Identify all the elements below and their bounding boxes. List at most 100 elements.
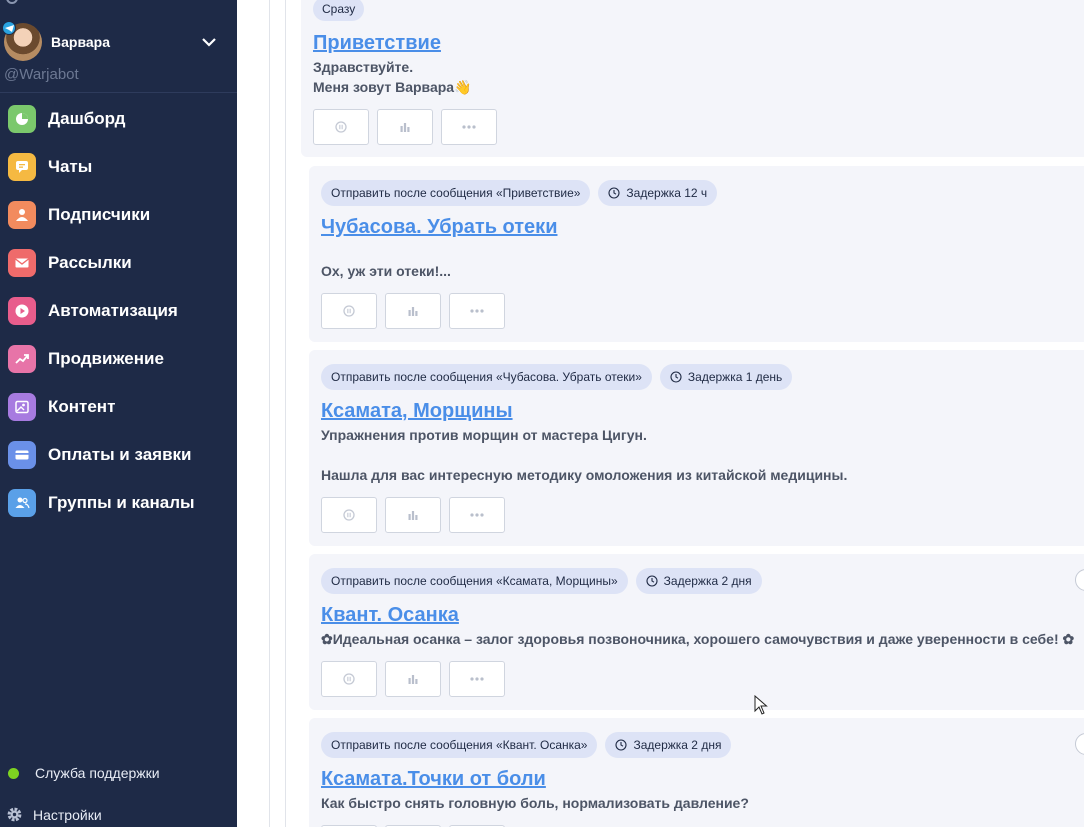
- trigger-badge: Отправить после сообщения «Чубасова. Убр…: [321, 364, 652, 390]
- more-dots-icon: [470, 677, 484, 681]
- settings-label: Настройки: [33, 806, 102, 823]
- delay-label: Задержка 1 день: [687, 370, 783, 384]
- pause-button[interactable]: [321, 293, 377, 329]
- pause-button[interactable]: [313, 109, 369, 145]
- stats-button[interactable]: [385, 497, 441, 533]
- telegram-icon: [2, 21, 16, 35]
- sidebar-item-label: Автоматизация: [48, 301, 178, 320]
- message-tags: Отправить после сообщения «Ксамата, Морщ…: [321, 568, 762, 594]
- stats-button[interactable]: [385, 293, 441, 329]
- clock-icon: [646, 575, 658, 587]
- sidebar-item-label: Чаты: [48, 157, 93, 176]
- sidebar-item-label: Оплаты и заявки: [48, 445, 192, 464]
- delay-badge: Задержка 2 дня: [605, 732, 732, 758]
- pause-icon: [343, 305, 355, 317]
- support-label: Служба поддержки: [35, 765, 160, 781]
- user-name: Варвара: [51, 34, 110, 50]
- message-actions: [321, 497, 505, 533]
- search-icon[interactable]: [6, 0, 18, 4]
- play-icon: [8, 297, 36, 325]
- mouse-cursor-icon: [754, 695, 768, 715]
- message-title[interactable]: Ксамата, Морщины: [321, 400, 513, 423]
- sidebar-item-label: Подписчики: [48, 205, 151, 224]
- more-button[interactable]: [449, 497, 505, 533]
- sidebar-divider: [0, 92, 237, 93]
- sidebar-item-label: Контент: [48, 397, 116, 416]
- message-actions: [321, 293, 505, 329]
- sidebar-item-groups[interactable]: Группы и каналы: [0, 479, 237, 527]
- gear-icon: [7, 807, 22, 822]
- trigger-badge: Отправить после сообщения «Приветствие»: [321, 180, 591, 206]
- delay-label: Задержка 2 дня: [633, 738, 722, 752]
- message-tags: Сразу: [313, 0, 365, 21]
- message-actions: [313, 109, 497, 145]
- message-text: ✿Идеальная осанка – залог здоровья позво…: [321, 631, 1075, 647]
- message-text: Меня зовут Варвара👋: [313, 79, 472, 95]
- pause-button[interactable]: [321, 497, 377, 533]
- message-title[interactable]: Ксамата.Точки от боли: [321, 768, 546, 791]
- sidebar-item-dashboard[interactable]: Дашборд: [0, 95, 237, 143]
- sidebar-item-label: Продвижение: [48, 349, 164, 368]
- trending-up-icon: [8, 345, 36, 373]
- sidebar-item-payments[interactable]: Оплаты и заявки: [0, 431, 237, 479]
- more-button[interactable]: [449, 661, 505, 697]
- support-link[interactable]: Служба поддержки: [8, 765, 160, 781]
- card-icon: [8, 441, 36, 469]
- message-text: Упражнения против морщин от мастера Цигу…: [321, 427, 647, 443]
- trigger-badge: Сразу: [313, 0, 365, 21]
- delay-badge: Задержка 2 дня: [635, 568, 762, 594]
- bar-chart-icon: [408, 307, 418, 316]
- pie-chart-icon: [8, 105, 36, 133]
- user-icon: [8, 201, 36, 229]
- delay-label: Задержка 2 дня: [663, 574, 752, 588]
- message-title[interactable]: Чубасова. Убрать отеки: [321, 216, 557, 239]
- bar-chart-icon: [400, 123, 410, 132]
- sidebar-item-label: Группы и каналы: [48, 493, 195, 512]
- clock-icon: [615, 739, 628, 751]
- more-dots-icon: [470, 309, 484, 313]
- more-dots-icon: [462, 125, 476, 129]
- message-text: Здравствуйте.: [313, 59, 414, 75]
- sidebar-item-chats[interactable]: Чаты: [0, 143, 237, 191]
- sidebar-item-label: Рассылки: [48, 253, 132, 272]
- sidebar-item-subscribers[interactable]: Подписчики: [0, 191, 237, 239]
- sidebar-item-automation[interactable]: Автоматизация: [0, 287, 237, 335]
- more-button[interactable]: [441, 109, 497, 145]
- sidebar-item-content[interactable]: Контент: [0, 383, 237, 431]
- main-content: Сразу Приветствие Здравствуйте. Меня зов…: [237, 0, 1084, 827]
- message-tags: Отправить после сообщения «Приветствие» …: [321, 180, 718, 206]
- sidebar-item-promotion[interactable]: Продвижение: [0, 335, 237, 383]
- chat-icon: [8, 153, 36, 181]
- trigger-badge: Отправить после сообщения «Квант. Осанка…: [321, 732, 598, 758]
- sidebar-item-label: Дашборд: [48, 109, 126, 128]
- delay-badge: Задержка 12 ч: [598, 180, 718, 206]
- user-handle: @Warjabot: [4, 66, 79, 83]
- pause-button[interactable]: [321, 661, 377, 697]
- divider-line: [269, 0, 270, 827]
- message-title[interactable]: Квант. Осанка: [321, 604, 459, 627]
- message-title[interactable]: Приветствие: [313, 32, 441, 55]
- mail-icon: [8, 249, 36, 277]
- tree-line: [285, 0, 286, 827]
- clock-icon: [608, 187, 620, 199]
- delay-label: Задержка 12 ч: [626, 186, 708, 200]
- message-text: Как быстро снять головную боль, нормализ…: [321, 795, 749, 811]
- avatar: [2, 21, 42, 61]
- stats-button[interactable]: [377, 109, 433, 145]
- bar-chart-icon: [408, 675, 418, 684]
- sidebar-nav: Дашборд Чаты Подписчики Рассылки Автомат…: [0, 95, 237, 527]
- pause-icon: [343, 673, 355, 685]
- more-button[interactable]: [449, 293, 505, 329]
- stats-button[interactable]: [385, 661, 441, 697]
- message-tags: Отправить после сообщения «Чубасова. Убр…: [321, 364, 793, 390]
- user-profile-menu[interactable]: Варвара: [2, 21, 229, 62]
- online-status-icon: [8, 767, 19, 779]
- chevron-down-icon[interactable]: [201, 34, 217, 50]
- settings-link[interactable]: Настройки: [6, 806, 102, 823]
- group-icon: [8, 489, 36, 517]
- sidebar-item-mailings[interactable]: Рассылки: [0, 239, 237, 287]
- message-text: Ох, уж эти отеки!...: [321, 263, 451, 279]
- image-icon: [8, 393, 36, 421]
- more-dots-icon: [470, 513, 484, 517]
- delay-badge: Задержка 1 день: [659, 364, 793, 390]
